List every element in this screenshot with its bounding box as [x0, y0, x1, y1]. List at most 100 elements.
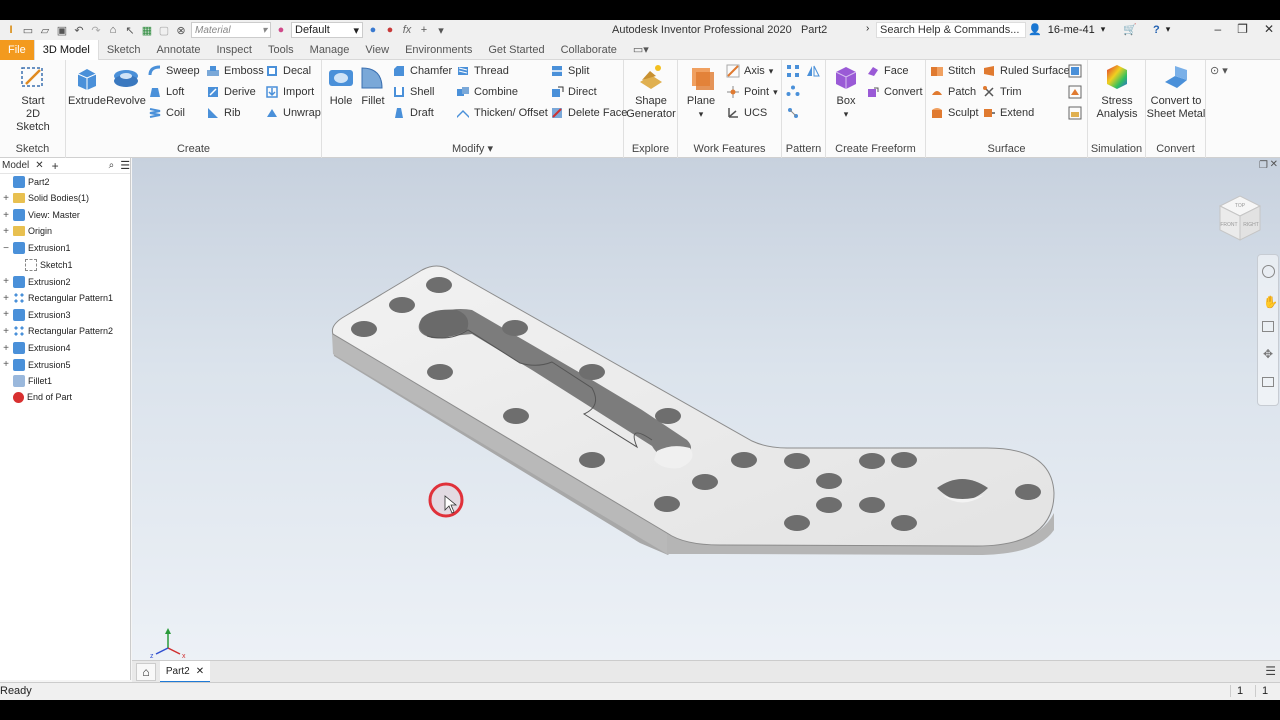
viewport-close-icon[interactable]: ✕ — [1270, 159, 1278, 170]
ribbon-options-dropdown[interactable]: ⊙ ▾ — [1210, 64, 1228, 77]
user-name[interactable]: 16-me-41 — [1048, 24, 1095, 36]
undo-icon[interactable]: ↶ — [72, 23, 86, 37]
material-dropdown[interactable]: Material ▾ — [191, 22, 271, 38]
steering-wheel-icon[interactable] — [1262, 265, 1275, 278]
appearance-dropdown[interactable]: Default ▾ — [291, 22, 363, 38]
appearance-icon[interactable]: ● — [274, 23, 288, 37]
home-icon[interactable]: ⌂ — [106, 23, 120, 37]
viewcube-front-label[interactable]: FRONT — [1220, 222, 1237, 228]
tab-inspect[interactable]: Inspect — [209, 40, 260, 60]
viewcube-icon[interactable]: TOP FRONT RIGHT — [1214, 192, 1266, 244]
expand-icon[interactable]: + — [2, 293, 10, 304]
home-icon[interactable]: ⌂ — [136, 663, 156, 681]
decal-button[interactable]: Decal — [265, 64, 311, 78]
search-icon[interactable]: ⌕ — [109, 160, 115, 171]
replace-face-icon[interactable] — [1068, 106, 1082, 120]
chevron-down-icon[interactable]: ▾ — [1166, 24, 1171, 35]
orbit-icon[interactable]: ✥ — [1263, 347, 1273, 361]
close-icon[interactable]: ✕ — [196, 666, 204, 677]
tab-sketch[interactable]: Sketch — [99, 40, 149, 60]
trim-button[interactable]: Trim — [982, 85, 1022, 99]
tree-item[interactable]: + Rectangular Pattern2 — [2, 325, 113, 338]
convert-to-sheet-metal-button[interactable]: Convert to Sheet Metal — [1146, 62, 1206, 121]
pan-icon[interactable]: ✋ — [1263, 295, 1278, 309]
menu-icon[interactable]: ☰ — [120, 159, 130, 172]
stress-analysis-button[interactable]: Stress Analysis — [1090, 62, 1144, 121]
tree-item[interactable]: + Extrusion4 — [2, 342, 71, 354]
revolve-button[interactable]: Revolve — [106, 62, 146, 108]
expand-icon[interactable]: + — [2, 226, 10, 237]
viewport-restore-icon[interactable]: ❐ — [1259, 160, 1268, 171]
start-2d-sketch-button[interactable]: Start 2D Sketch — [8, 62, 58, 134]
parameters-fx-icon[interactable]: fx — [400, 23, 414, 37]
mirror-icon[interactable] — [806, 64, 820, 78]
tree-item[interactable]: + Rectangular Pattern1 — [2, 292, 113, 305]
tab-tools[interactable]: Tools — [260, 40, 302, 60]
help-icon[interactable]: ? — [1153, 24, 1160, 36]
fillet-button[interactable]: Fillet — [356, 62, 390, 108]
thread-button[interactable]: Thread — [456, 64, 509, 78]
fit-mesh-face-icon[interactable] — [1068, 85, 1082, 99]
plane-button[interactable]: Plane ▾ — [682, 62, 720, 121]
direct-button[interactable]: Direct — [550, 85, 597, 99]
update-icon[interactable]: ▦ — [140, 23, 154, 37]
derive-button[interactable]: Derive — [206, 85, 256, 99]
tree-item[interactable]: End of Part — [2, 391, 72, 403]
expand-icon[interactable]: + — [2, 276, 10, 287]
tree-item[interactable]: Sketch1 — [14, 259, 73, 271]
combine-button[interactable]: Combine — [456, 85, 518, 99]
thicken-offset-button[interactable]: Thicken/ Offset — [456, 106, 548, 120]
search-input[interactable]: Search Help & Commands... — [876, 22, 1026, 38]
expand-icon[interactable]: + — [2, 359, 10, 370]
rectangular-pattern-icon[interactable] — [786, 64, 800, 78]
tab-annotate[interactable]: Annotate — [148, 40, 208, 60]
tab-manage[interactable]: Manage — [302, 40, 358, 60]
tab-menu-icon[interactable]: ☰ — [1265, 664, 1276, 678]
tree-item[interactable]: Part2 — [2, 176, 50, 188]
new-file-icon[interactable]: ▭ — [21, 23, 35, 37]
viewcube-top-label[interactable]: TOP — [1235, 203, 1246, 209]
close-icon[interactable]: ✕ — [1264, 22, 1274, 36]
sketch-pattern-icon[interactable] — [786, 106, 800, 120]
add-icon[interactable]: + — [417, 23, 431, 37]
cart-icon[interactable]: 🛒 — [1123, 23, 1137, 36]
unwrap-button[interactable]: Unwrap — [265, 106, 321, 120]
rib-button[interactable]: Rib — [206, 106, 241, 120]
tab-overflow[interactable]: ▭▾ — [625, 40, 657, 60]
adjust-appearance-icon[interactable]: ● — [383, 23, 397, 37]
tree-item[interactable]: + Extrusion3 — [2, 308, 71, 321]
expand-icon[interactable]: + — [2, 309, 10, 320]
chevron-down-icon[interactable]: ▾ — [1101, 24, 1106, 35]
chevron-right-icon[interactable]: › — [866, 23, 869, 34]
tree-item[interactable]: + Solid Bodies(1) — [2, 193, 89, 204]
expand-icon[interactable]: + — [2, 210, 10, 221]
axis-button[interactable]: Axis ▾ — [726, 64, 773, 78]
expand-icon[interactable]: + — [2, 193, 10, 204]
hole-button[interactable]: Hole — [324, 62, 358, 108]
tab-file[interactable]: File — [0, 39, 34, 60]
shape-generator-button[interactable]: Shape Generator — [626, 62, 676, 121]
box-button[interactable]: Box ▾ — [830, 62, 862, 121]
return-icon[interactable]: ▢ — [157, 23, 171, 37]
tree-item[interactable]: − Extrusion1 — [2, 242, 71, 255]
user-icon[interactable]: 👤 — [1028, 23, 1042, 36]
tree-item[interactable]: + Extrusion5 — [2, 358, 71, 371]
circular-pattern-icon[interactable] — [786, 85, 800, 99]
save-icon[interactable]: ▣ — [55, 23, 69, 37]
convert-freeform-button[interactable]: Convert — [866, 85, 923, 99]
document-tab-part2[interactable]: Part2 ✕ — [160, 661, 210, 683]
viewcube-right-label[interactable]: RIGHT — [1243, 222, 1259, 228]
zoom-window-icon[interactable] — [1262, 321, 1274, 332]
select-icon[interactable]: ↖ — [123, 23, 137, 37]
point-button[interactable]: Point ▾ — [726, 85, 778, 99]
import-button[interactable]: Import — [265, 85, 314, 99]
restore-icon[interactable]: ❐ — [1237, 22, 1248, 36]
tree-item[interactable]: + Origin — [2, 226, 52, 237]
draft-button[interactable]: Draft — [392, 106, 434, 120]
face-button[interactable]: Face — [866, 64, 908, 78]
open-folder-icon[interactable]: ▱ — [38, 23, 52, 37]
shell-button[interactable]: Shell — [392, 85, 434, 99]
tab-3d-model[interactable]: 3D Model — [33, 39, 99, 60]
sculpt-button[interactable]: Sculpt — [930, 106, 979, 120]
loft-button[interactable]: Loft — [148, 85, 184, 99]
